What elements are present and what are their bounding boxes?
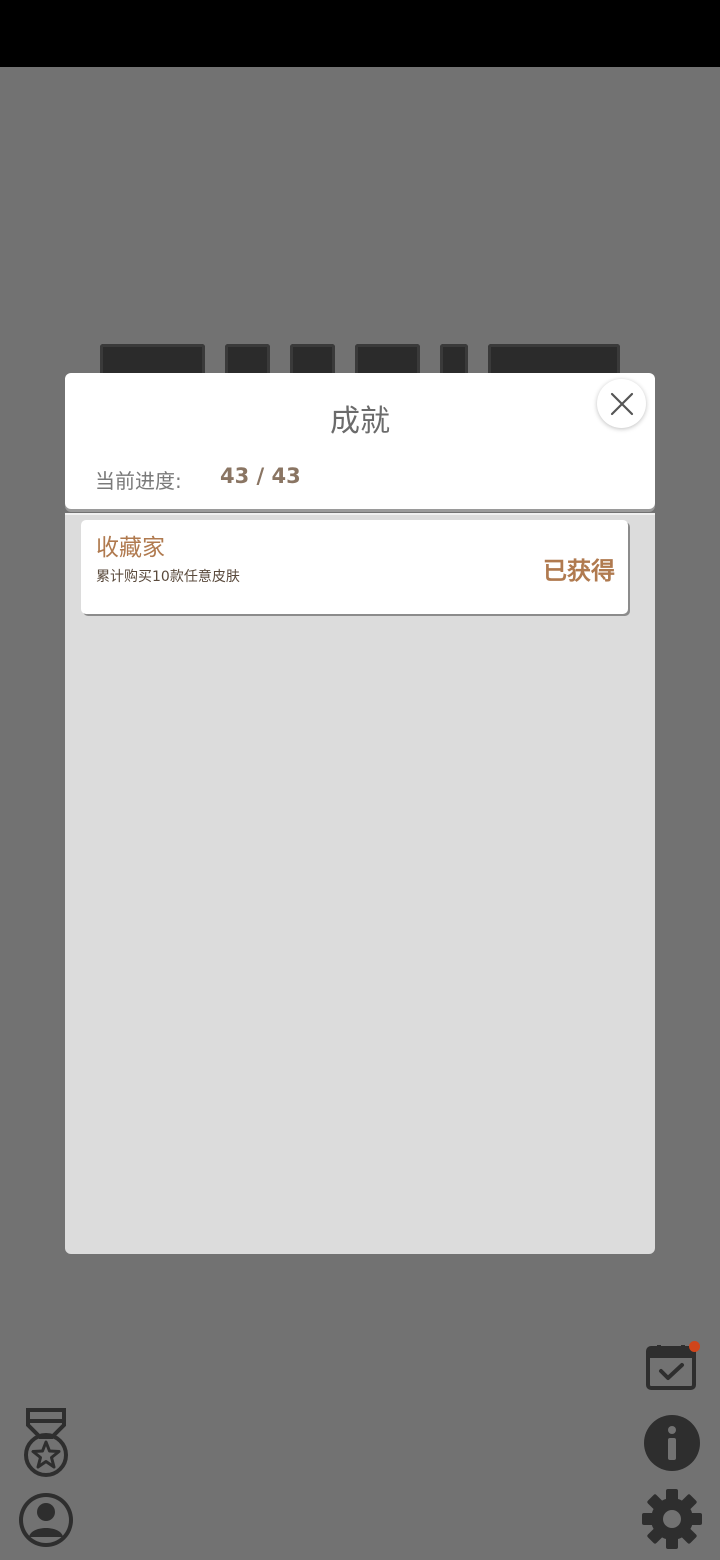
progress-label: 当前进度: xyxy=(95,469,182,493)
status-bar xyxy=(0,0,720,67)
gear-icon[interactable] xyxy=(641,1488,703,1550)
achievement-list[interactable] xyxy=(65,513,655,1254)
info-icon[interactable] xyxy=(643,1414,701,1472)
close-button[interactable] xyxy=(597,379,646,428)
medal-icon[interactable] xyxy=(20,1407,72,1479)
close-icon xyxy=(610,392,633,415)
progress-value: 43 / 43 xyxy=(220,464,301,488)
achievement-status-badge: 已获得 xyxy=(543,557,615,585)
notification-dot xyxy=(689,1341,700,1352)
user-profile-icon[interactable] xyxy=(17,1491,75,1549)
achievement-description: 累计购买10款任意皮肤 xyxy=(96,569,240,585)
achievement-name: 收藏家 xyxy=(96,535,165,561)
calendar-check-icon[interactable] xyxy=(645,1343,697,1391)
